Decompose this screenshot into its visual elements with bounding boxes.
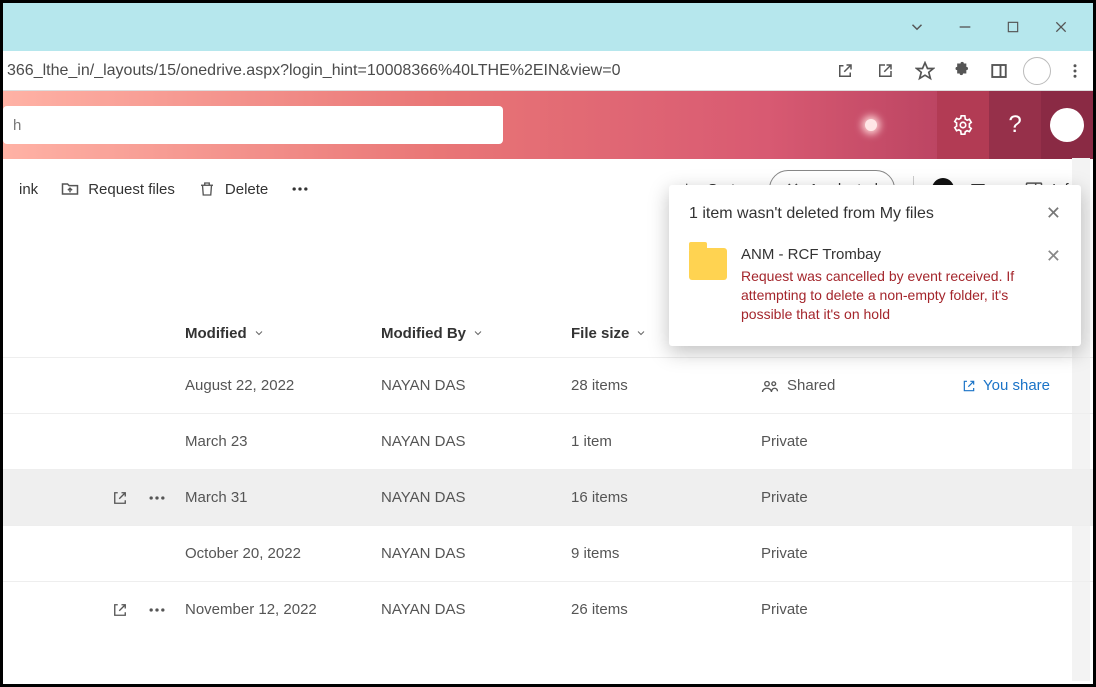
cell-modified: August 22, 2022 xyxy=(185,377,381,394)
url-text[interactable]: 366_lthe_in/_layouts/15/onedrive.aspx?lo… xyxy=(3,62,620,80)
browser-urlbar: 366_lthe_in/_layouts/15/onedrive.aspx?lo… xyxy=(3,51,1093,91)
settings-button[interactable] xyxy=(937,91,989,159)
cell-by: NAYAN DAS xyxy=(381,601,571,618)
table-row[interactable]: March 31NAYAN DAS16 itemsPrivate xyxy=(3,469,1093,525)
people-icon xyxy=(761,377,779,395)
delete-label: Delete xyxy=(225,181,268,198)
chevron-down-icon xyxy=(472,327,484,339)
popup-title: 1 item wasn't deleted from My files xyxy=(689,205,1046,223)
share-icon[interactable] xyxy=(111,489,129,507)
table-row[interactable]: October 20, 2022NAYAN DAS9 itemsPrivate xyxy=(3,525,1093,581)
open-external-icon[interactable] xyxy=(825,51,865,91)
row-overflow-button[interactable] xyxy=(147,600,167,620)
cell-size: 28 items xyxy=(571,377,761,394)
browser-menu-icon[interactable] xyxy=(1057,51,1093,91)
profile-avatar-icon[interactable] xyxy=(1023,57,1051,85)
table-row[interactable]: March 23NAYAN DAS1 itemPrivate xyxy=(3,413,1093,469)
cell-modified: November 12, 2022 xyxy=(185,601,381,618)
cell-size: 26 items xyxy=(571,601,761,618)
cell-modified: March 23 xyxy=(185,433,381,450)
link-label: ink xyxy=(19,181,38,198)
column-modified-by[interactable]: Modified By xyxy=(381,325,571,342)
trash-icon xyxy=(197,179,217,199)
delete-error-popup: 1 item wasn't deleted from My files ✕ AN… xyxy=(669,185,1081,346)
cell-by: NAYAN DAS xyxy=(381,489,571,506)
request-files-button[interactable]: Request files xyxy=(52,171,183,207)
cell-sharing: Private xyxy=(761,545,961,562)
account-button[interactable] xyxy=(1041,91,1093,159)
row-overflow-button[interactable] xyxy=(147,488,167,508)
overflow-button[interactable] xyxy=(282,171,318,207)
request-files-icon xyxy=(60,179,80,199)
extensions-icon[interactable] xyxy=(945,51,981,91)
cell-size: 16 items xyxy=(571,489,761,506)
window-close-button[interactable] xyxy=(1037,3,1085,51)
cell-modified: March 31 xyxy=(185,489,381,506)
cell-sharing: Private xyxy=(761,433,961,450)
table-row[interactable]: August 22, 2022NAYAN DAS28 itemsSharedYo… xyxy=(3,357,1093,413)
chevron-down-icon xyxy=(253,327,265,339)
cell-sharing: Private xyxy=(761,601,961,618)
popup-item-name: ANM - RCF Trombay xyxy=(741,246,1024,263)
help-glyph: ? xyxy=(1008,111,1021,139)
window-titlebar xyxy=(3,3,1093,51)
cell-by: NAYAN DAS xyxy=(381,377,571,394)
popup-close-button[interactable]: ✕ xyxy=(1046,203,1061,224)
cell-sharing: Private xyxy=(761,489,961,506)
sidepanel-icon[interactable] xyxy=(981,51,1017,91)
share-icon[interactable] xyxy=(111,601,129,619)
chevron-down-icon xyxy=(635,327,647,339)
cell-modified: October 20, 2022 xyxy=(185,545,381,562)
share-activity-icon xyxy=(961,378,977,394)
cell-size: 1 item xyxy=(571,433,761,450)
popup-item-message: Request was cancelled by event received.… xyxy=(741,267,1024,324)
table-row[interactable]: November 12, 2022NAYAN DAS26 itemsPrivat… xyxy=(3,581,1093,637)
cell-size: 9 items xyxy=(571,545,761,562)
share-icon[interactable] xyxy=(865,51,905,91)
cell-by: NAYAN DAS xyxy=(381,433,571,450)
delete-button[interactable]: Delete xyxy=(189,171,276,207)
account-avatar-icon xyxy=(1050,108,1084,142)
cell-by: NAYAN DAS xyxy=(381,545,571,562)
help-button[interactable]: ? xyxy=(989,91,1041,159)
column-modified[interactable]: Modified xyxy=(185,325,381,342)
suite-header: h ? xyxy=(3,91,1093,159)
app-frame: 366_lthe_in/_layouts/15/onedrive.aspx?lo… xyxy=(0,0,1096,687)
folder-icon xyxy=(689,248,727,280)
search-value: h xyxy=(13,117,21,134)
cell-activity: You share xyxy=(961,377,1093,394)
request-files-label: Request files xyxy=(88,181,175,198)
copy-link-button[interactable]: ink xyxy=(11,171,46,207)
header-decoration xyxy=(865,119,877,131)
popup-item-close-button[interactable]: ✕ xyxy=(1046,246,1061,324)
window-maximize-button[interactable] xyxy=(989,3,1037,51)
cell-sharing: Shared xyxy=(761,377,961,395)
window-dropdown-icon[interactable] xyxy=(893,3,941,51)
window-minimize-button[interactable] xyxy=(941,3,989,51)
search-input[interactable]: h xyxy=(3,106,503,144)
bookmark-star-icon[interactable] xyxy=(905,51,945,91)
